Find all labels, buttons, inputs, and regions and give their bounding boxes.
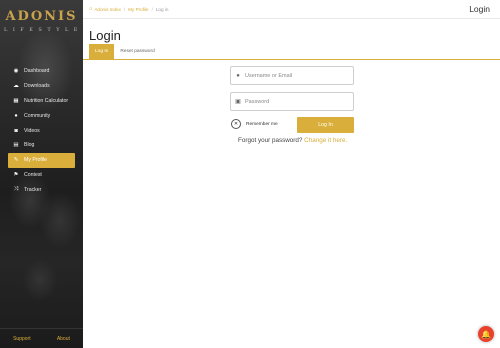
sidebar-item-label: Blog [24, 142, 35, 149]
chat-icon: ✎ [13, 157, 19, 164]
remember-me[interactable]: ✕ Remember me [231, 119, 278, 129]
logo-brand: ADONIS [5, 9, 78, 24]
tab-reset-password[interactable]: Reset password [114, 44, 160, 59]
dashboard-icon: ◉ [13, 68, 19, 75]
password-field[interactable]: ▣ [230, 92, 354, 111]
about-link[interactable]: About [57, 336, 70, 342]
breadcrumb-current: Log in [155, 6, 169, 12]
sidebar-item-label: Tracker [24, 186, 42, 193]
remember-me-label: Remember me [246, 121, 278, 127]
login-tabs: Log In Reset password [89, 44, 161, 59]
sidebar-item-label: Downloads [24, 83, 50, 90]
logo-tagline: LIFESTYLE [4, 27, 83, 33]
camera-icon: ◙ [14, 127, 18, 134]
breadcrumb-profile-link[interactable]: My Profile [128, 7, 148, 12]
breadcrumb-separator: / [123, 6, 126, 12]
sidebar-item-tracker[interactable]: ⤨ Tracker [8, 182, 75, 197]
sidebar-menu: ◉ Dashboard ☁ Downloads ▦ Nutrition Calc… [8, 64, 75, 197]
username-field[interactable]: ● [230, 66, 354, 85]
logo[interactable]: ADONIS LIFESTYLE [0, 9, 83, 33]
calculator-icon: ▦ [13, 97, 19, 104]
sidebar-item-contest[interactable]: ⚑ Contest [8, 168, 75, 183]
breadcrumb-separator: / [151, 6, 153, 12]
shuffle-icon: ⤨ [13, 186, 19, 193]
sidebar-item-blog[interactable]: ▤ Blog [8, 138, 75, 153]
cloud-download-icon: ☁ [13, 83, 19, 90]
sidebar-item-nutrition-calculator[interactable]: ▦ Nutrition Calculator [8, 94, 75, 109]
password-input[interactable] [245, 98, 345, 105]
sidebar-item-downloads[interactable]: ☁ Downloads [8, 79, 75, 94]
log-in-button[interactable]: Log In [297, 117, 354, 133]
flag-icon: ⚑ [13, 171, 19, 178]
sidebar-item-my-profile[interactable]: ✎ My Profile [8, 152, 75, 168]
sidebar: ADONIS LIFESTYLE ◉ Dashboard ☁ Downloads… [0, 0, 83, 348]
username-input[interactable] [245, 72, 345, 79]
sidebar-item-label: Nutrition Calculator [24, 97, 69, 104]
sidebar-item-label: My Profile [24, 157, 48, 164]
topbar: ⌂ Adonis Index / My Profile / Log in Log… [83, 0, 500, 19]
support-link[interactable]: Support [13, 336, 31, 342]
home-icon: ⌂ [89, 6, 93, 12]
sidebar-item-community[interactable]: ● Community [8, 108, 75, 123]
sidebar-item-label: Community [24, 112, 51, 119]
sidebar-footer: Support About [0, 328, 83, 348]
lock-icon: ▣ [235, 99, 241, 105]
tabs-divider [83, 59, 500, 60]
remember-me-checkbox[interactable]: ✕ [231, 119, 241, 129]
change-password-link[interactable]: Change it here. [304, 137, 347, 144]
sidebar-item-videos[interactable]: ◙ Videos [8, 123, 75, 138]
forgot-password-text: Forgot your password? [238, 137, 303, 144]
breadcrumb: ⌂ Adonis Index / My Profile / Log in [83, 6, 168, 12]
sidebar-item-label: Videos [24, 127, 40, 134]
newspaper-icon: ▤ [13, 142, 19, 149]
breadcrumb-home-link[interactable]: Adonis Index [94, 7, 121, 12]
page-title: Login [89, 28, 121, 43]
user-icon: ● [236, 72, 240, 79]
sidebar-item-label: Contest [24, 171, 42, 178]
sidebar-item-dashboard[interactable]: ◉ Dashboard [8, 64, 75, 79]
tab-log-in[interactable]: Log In [89, 44, 115, 59]
notification-bell-icon[interactable]: 🔔 [478, 326, 494, 342]
user-icon: ● [14, 112, 18, 119]
sidebar-item-label: Dashboard [24, 68, 50, 75]
topbar-login-link[interactable]: Login [469, 4, 490, 14]
forgot-password: Forgot your password? Change it here. [238, 137, 347, 144]
